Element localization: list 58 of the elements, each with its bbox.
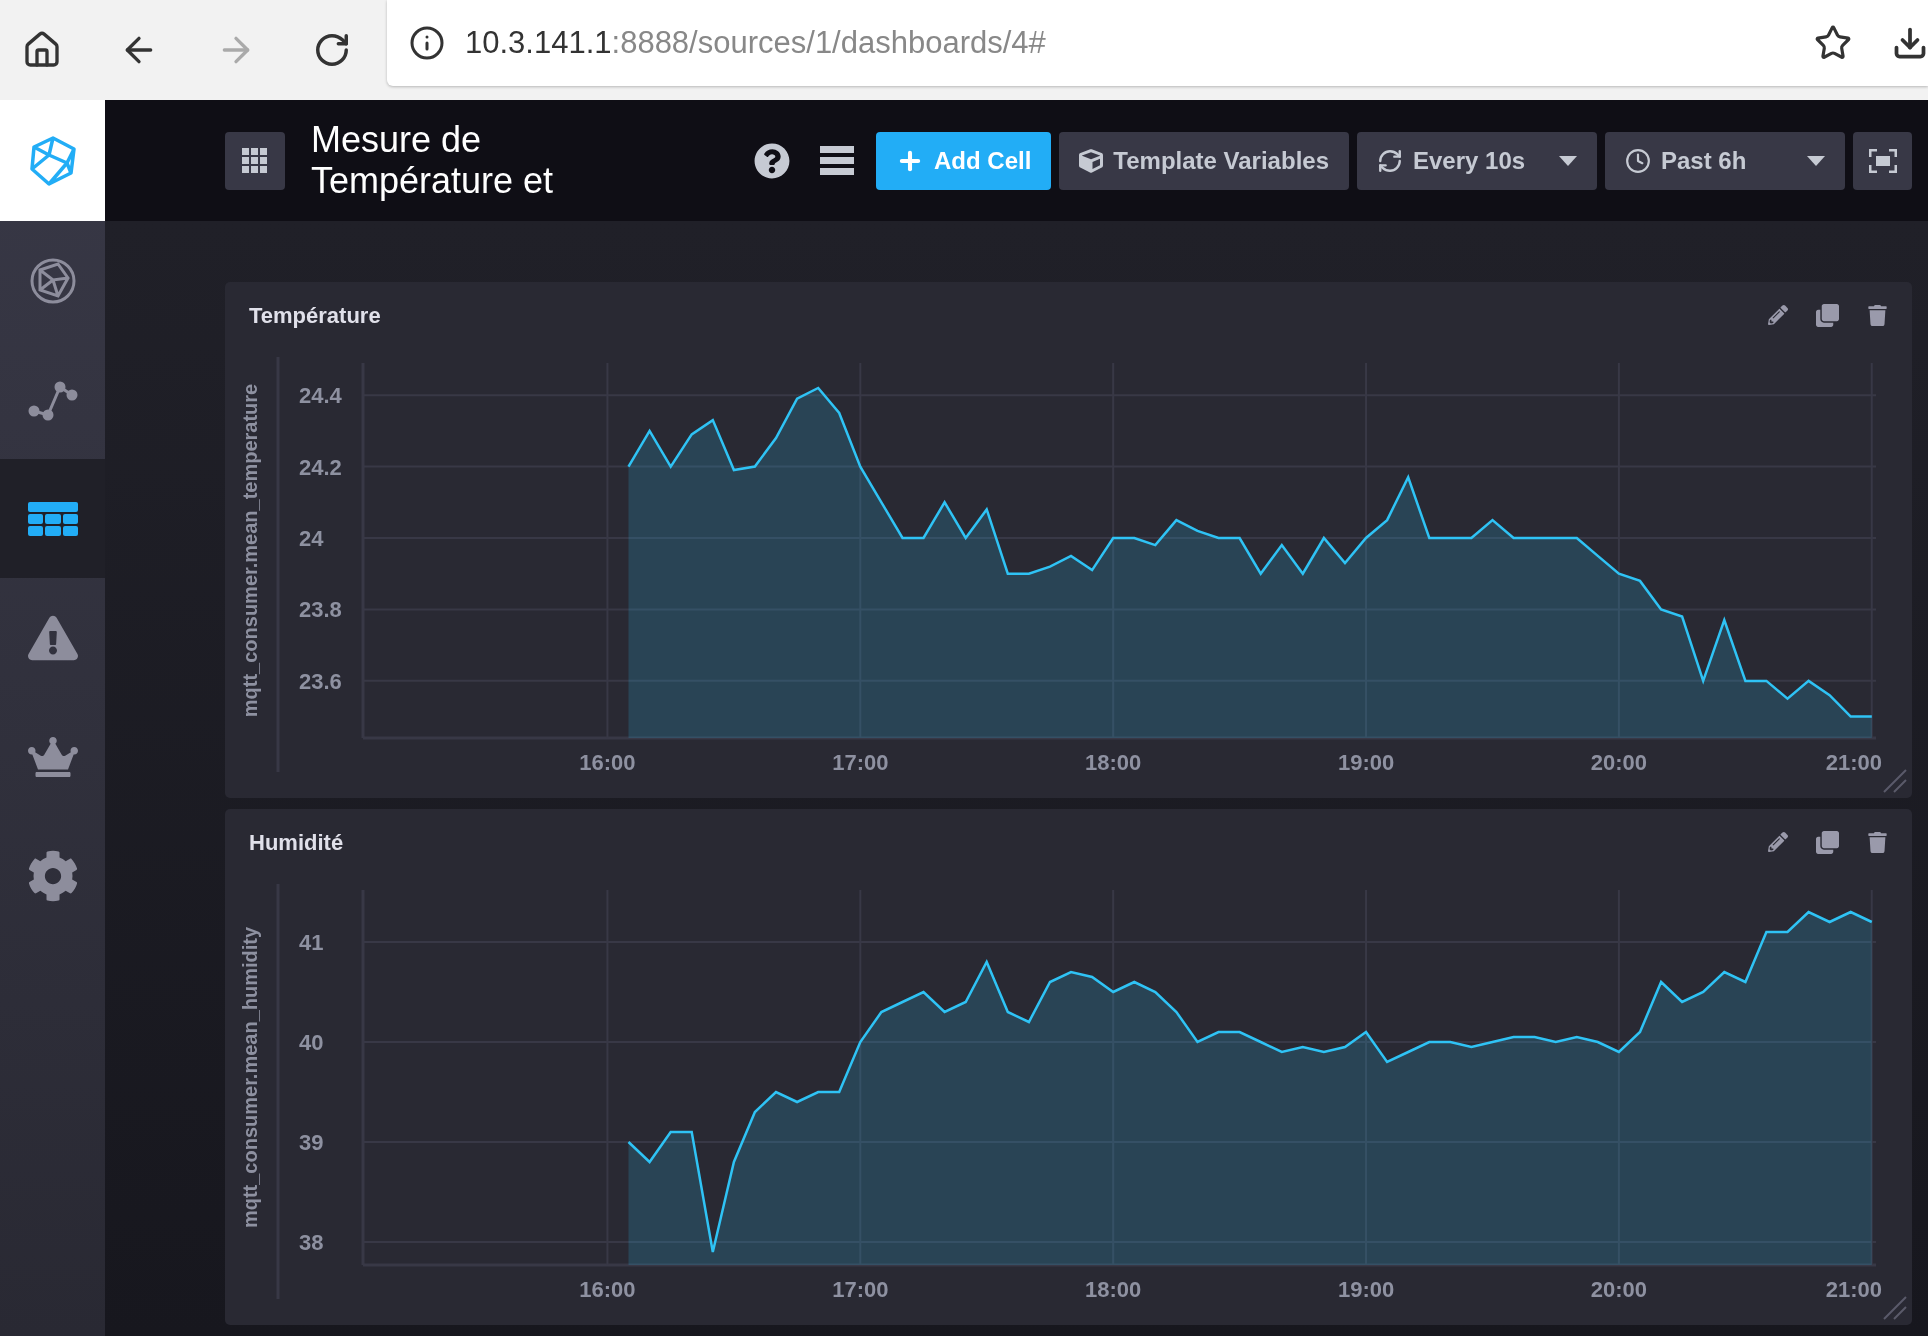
refresh-icon [1377,147,1403,174]
reload-button[interactable] [313,31,351,69]
delete-icon[interactable] [1867,831,1888,853]
axis-tick-label: 23.6 [299,668,342,694]
axis-tick-label: 17:00 [832,1277,889,1302]
axis-tick-label: 41 [299,930,324,955]
axis-tick-label: 23.8 [299,597,342,623]
cell-title: Température [249,301,381,330]
axis-tick-label: 24.4 [299,383,342,409]
cell-title: Humidité [249,828,344,857]
dashboard-icon [27,501,78,536]
axis-tick-label: 17:00 [832,750,889,775]
help-icon[interactable] [754,142,790,179]
axis-tick-label: 19:00 [1337,750,1395,775]
template-variables-button[interactable]: Template Variables [1059,131,1349,190]
axis-title: mqtt_consumer.mean_humidity [239,926,261,1229]
cube-icon [1079,148,1104,173]
delete-icon[interactable] [1867,304,1888,326]
dashboard-title[interactable]: Mesure de Température et [311,120,611,201]
duplicate-icon[interactable] [1816,303,1839,327]
settings-icon [26,849,79,902]
resize-handle-icon[interactable] [1882,1295,1908,1321]
bookmark-star-icon[interactable] [1814,24,1852,62]
list-icon[interactable] [820,145,854,176]
axis-tick-label: 38 [299,1230,324,1255]
axis-tick-label: 24 [299,526,324,551]
axis-tick-label: 16:00 [579,750,636,775]
axis-tick-label: 18:00 [1085,750,1142,775]
dropdown-button[interactable]: Past 6h [1605,131,1845,190]
url-text: 10.3.141.1:8888/sources/1/dashboards/4# [465,23,1046,62]
address-bar[interactable]: 10.3.141.1:8888/sources/1/dashboards/4# [387,0,1928,86]
info-icon [409,25,445,61]
download-icon[interactable] [1892,25,1928,61]
axis-tick-label: 24.2 [299,454,342,480]
fullscreen-icon [1868,148,1897,173]
axis-tick-label: 20:00 [1590,750,1648,775]
axis-tick-label: 18:00 [1085,1277,1142,1302]
dropdown-button[interactable]: Every 10s [1357,131,1597,190]
edit-icon[interactable] [1768,305,1788,325]
edit-icon[interactable] [1768,832,1788,852]
fullscreen-button[interactable] [1853,131,1912,190]
axis-tick-label: 21:00 [1825,750,1882,775]
home-button[interactable] [22,30,62,70]
axis-tick-label: 21:00 [1825,1277,1882,1302]
dashboards-menu-button[interactable] [225,131,285,190]
axis-tick-label: 20:00 [1590,1277,1648,1302]
duplicate-icon[interactable] [1816,830,1839,854]
sidebar-nav-item[interactable] [0,459,105,578]
axis-title: mqtt_consumer.mean_temperature [239,383,261,718]
grid-icon [242,147,268,174]
caret-icon [1559,155,1577,166]
axis-tick-label: 40 [299,1030,324,1055]
caret-icon [1807,155,1825,166]
clock-icon [1625,147,1651,174]
resize-handle-icon[interactable] [1882,768,1908,794]
axis-tick-label: 39 [299,1130,324,1155]
axis-tick-label: 19:00 [1337,1277,1395,1302]
axis-tick-label: 16:00 [579,1277,636,1302]
